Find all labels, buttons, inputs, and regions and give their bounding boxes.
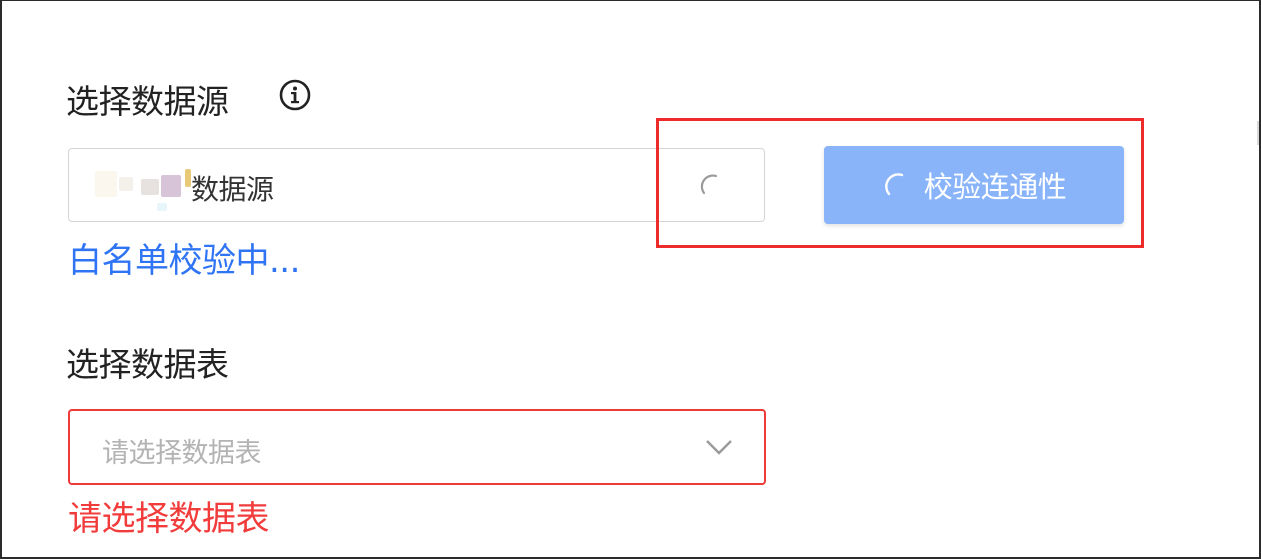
panel-edge (1257, 121, 1259, 145)
table-error-message: 请选择数据表 (68, 499, 270, 539)
table-label: 选择数据表 (66, 345, 229, 384)
table-select-placeholder: 请选择数据表 (102, 438, 262, 469)
table-select[interactable]: 请选择数据表 (68, 409, 766, 485)
chevron-down-icon (706, 440, 732, 455)
info-icon[interactable] (278, 78, 312, 112)
annotation-highlight-box (656, 118, 1144, 248)
datasource-value: 数据源 (191, 173, 274, 206)
whitelist-status-text: 白名单校验中... (68, 241, 300, 281)
datasource-label: 选择数据源 (66, 82, 229, 121)
form-panel: 选择数据源 数据源 校验连通性 白名单校验中... 选择数据表 请选择数据表 请… (0, 0, 1261, 559)
